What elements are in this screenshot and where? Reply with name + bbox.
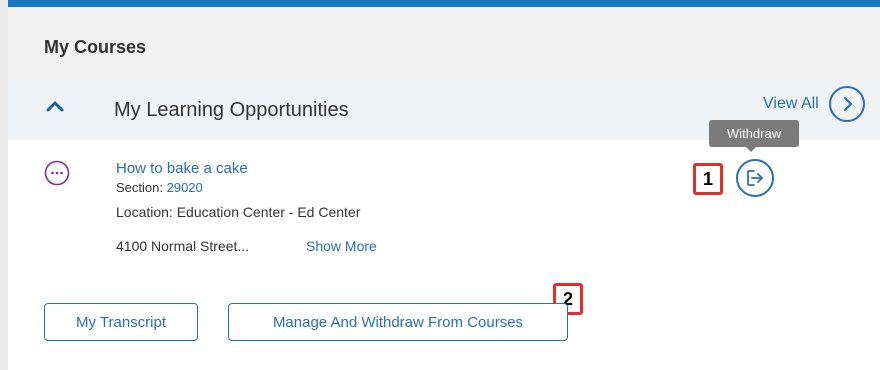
- section-value: 29020: [166, 180, 203, 195]
- more-options-icon[interactable]: [44, 160, 70, 186]
- section-title: My Courses: [44, 37, 147, 57]
- my-transcript-button[interactable]: My Transcript: [44, 303, 198, 341]
- chevron-up-icon[interactable]: [44, 95, 66, 117]
- course-location: Location: Education Center - Ed Center: [116, 204, 361, 220]
- course-address: 4100 Normal Street...: [116, 238, 250, 254]
- withdraw-button[interactable]: [736, 159, 774, 197]
- view-all-link[interactable]: View All: [763, 95, 819, 113]
- withdraw-tooltip: Withdraw: [709, 120, 799, 147]
- chevron-right-icon: [843, 96, 853, 112]
- tooltip-tail: [745, 146, 757, 152]
- section-label: Section:: [116, 180, 163, 195]
- view-all-button[interactable]: [829, 86, 865, 122]
- manage-withdraw-button[interactable]: Manage And Withdraw From Courses: [228, 303, 568, 341]
- course-section: Section: 29020: [116, 180, 203, 195]
- show-more-link[interactable]: Show More: [306, 238, 377, 254]
- accent-bar: [8, 0, 880, 7]
- left-border: [0, 0, 8, 370]
- course-title-link[interactable]: How to bake a cake: [116, 160, 248, 177]
- subsection-title: My Learning Opportunities: [114, 99, 349, 121]
- withdraw-exit-icon: [747, 170, 763, 186]
- callout-badge-1: 1: [693, 163, 723, 195]
